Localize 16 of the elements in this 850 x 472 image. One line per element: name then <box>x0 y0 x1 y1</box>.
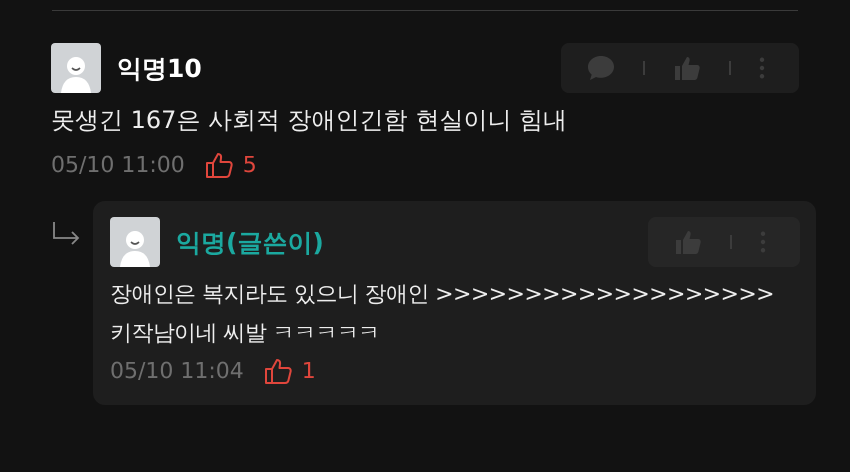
like-count: 1 <box>302 358 316 384</box>
reply-text: 장애인은 복지라도 있으니 장애인 >>>>>>>>>>>>>>>>>>> 키작남이네 씨발 ㅋㅋㅋㅋㅋ <box>110 281 776 348</box>
thumbs-up-icon <box>204 151 233 179</box>
thumbs-up-icon <box>264 357 292 385</box>
comment-time: 05/10 11:04 <box>110 358 244 384</box>
thumbs-up-icon[interactable] <box>673 54 701 82</box>
comment-time: 05/10 11:00 <box>51 152 185 178</box>
avatar-icon <box>110 217 160 267</box>
avatar-icon <box>51 43 101 93</box>
like-count: 5 <box>242 152 257 178</box>
speech-bubble-icon[interactable] <box>587 54 615 82</box>
reply-arrow-icon <box>52 221 82 247</box>
comment-text: 못생긴 167은 사회적 장애인긴함 현실이니 힘내 <box>51 105 568 136</box>
author-name: 익명(글쓴이) <box>176 226 325 258</box>
more-icon[interactable] <box>759 57 765 79</box>
author-name: 익명10 <box>117 52 203 84</box>
